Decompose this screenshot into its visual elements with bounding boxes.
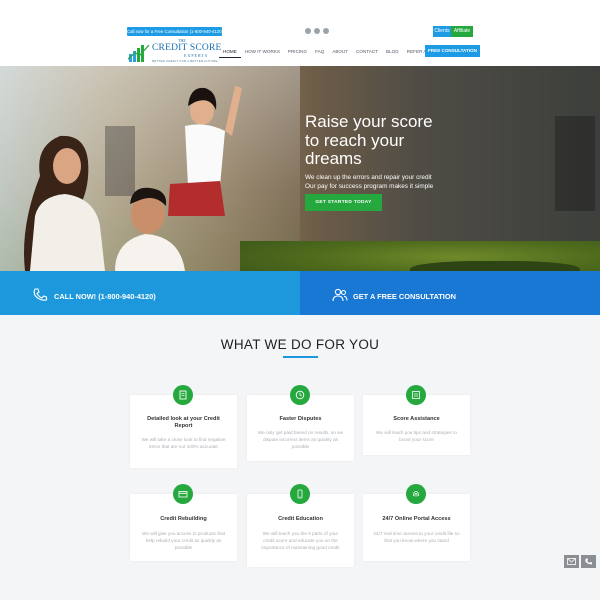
hero-subtitle-line: Our pay for success program makes it sim… [305,182,434,190]
service-card: Score Assistance We will teach you tips … [363,385,470,455]
hero-title-line: to reach your [305,130,405,150]
instagram-icon[interactable] [323,28,329,34]
nav-faq[interactable]: FAQ [311,47,328,58]
logo-experts: EXPERTS [184,53,209,58]
facebook-icon[interactable] [305,28,311,34]
card-description: We will teach you the 5 parts of your cr… [261,531,340,551]
family-photo [24,86,242,271]
twitter-icon[interactable] [314,28,320,34]
nav-blog[interactable]: BLOG [382,47,403,58]
hero-subtitle-line: We clean up the errors and repair your c… [305,173,432,181]
service-card: 24/7 Online Portal Access 24/7 real time… [363,484,470,561]
nav-contact[interactable]: CONTACT [352,47,382,58]
hero-subtitle: We clean up the errors and repair your c… [305,173,515,191]
service-card: Detailed look at your Credit Report We w… [130,385,237,468]
chart-list-icon [406,385,426,405]
fingerprint-icon [406,484,426,504]
mobile-icon [290,484,310,504]
logo-tagline: BETTER CREDIT FOR A BETTER FUTURE [152,59,218,63]
nav-pricing[interactable]: PRICING [284,47,311,58]
card-title: Score Assistance [393,416,440,422]
card-title: Credit Rebuilding [160,516,207,522]
phone-icon [33,288,48,301]
hero: Raise your score to reach your dreams We… [0,66,600,271]
card-description: 24/7 real time access to your credit fil… [373,531,460,544]
social-links [305,28,329,34]
card-description: We will teach you tips and strategies to… [376,430,457,443]
service-card: Faster Disputes We only get paid based o… [247,385,354,461]
card-description: We will give you access to products that… [141,531,226,551]
service-card: Credit Education We will teach you the 5… [247,484,354,567]
logo-bars-icon [128,44,150,62]
card-title: 24/7 Online Portal Access [382,516,451,522]
section-title: WHAT WE DO FOR YOU [220,337,380,352]
nav-home[interactable]: HOME [219,47,241,58]
clients-button[interactable]: Clients [433,26,451,37]
card-title: Faster Disputes [279,416,322,422]
card-description: We only get paid based on results, so we… [257,430,344,450]
top-bar: Call now for a Free Consultation (1-800-… [0,0,600,40]
call-now-pill[interactable]: Call now for a Free Consultation (1-800-… [127,27,222,36]
report-icon [173,385,193,405]
hero-window [555,116,595,211]
affiliate-button[interactable]: Affiliate [451,26,473,37]
card-description: We will take a close look to find negati… [141,437,226,450]
call-now-bar[interactable]: CALL NOW! (1-800-940-4120) [0,271,300,315]
free-consultation-bar[interactable]: GET A FREE CONSULTATION [300,271,600,315]
hero-hedge [410,261,580,271]
main-nav: HOME HOW IT WORKS PRICING FAQ ABOUT CONT… [219,47,449,58]
hero-title-line: Raise your score [305,112,433,131]
phone-float-button[interactable] [581,555,596,568]
service-card: Credit Rebuilding We will give you acces… [130,484,237,561]
email-float-button[interactable] [564,555,579,568]
phone-icon [585,558,592,565]
hero-title: Raise your score to reach your dreams [305,112,515,169]
free-consultation-text: GET A FREE CONSULTATION [353,292,456,301]
section-divider [283,356,318,358]
users-icon [332,288,348,302]
credit-card-icon [173,484,193,504]
mail-icon [567,558,576,565]
free-consultation-button[interactable]: FREE CONSULTATION [425,45,480,57]
nav-about[interactable]: ABOUT [328,47,352,58]
card-title: Detailed look at your Credit Report [147,416,220,429]
nav-how-it-works[interactable]: HOW IT WORKS [241,47,284,58]
logo-name: CREDIT SCORE [152,43,222,53]
card-title: Credit Education [278,516,323,522]
header: THE CREDIT SCORE EXPERTS BETTER CREDIT F… [0,38,600,66]
clock-icon [290,385,310,405]
call-now-text: CALL NOW! (1-800-940-4120) [54,292,156,301]
hero-title-line: dreams [305,149,362,168]
hero-text: Raise your score to reach your dreams We… [305,112,515,191]
get-started-button[interactable]: GET STARTED TODAY [305,194,382,211]
